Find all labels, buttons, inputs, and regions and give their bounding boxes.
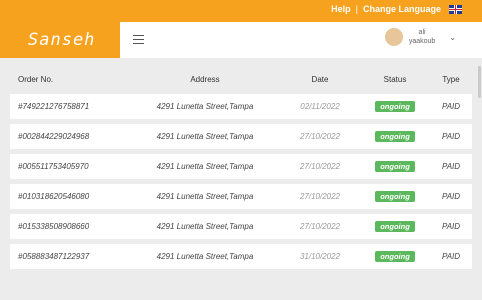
status-cell: ongoing — [360, 131, 430, 142]
order-type: PAID — [441, 222, 461, 231]
logo[interactable]: Sanseh — [28, 30, 95, 50]
order-type: PAID — [441, 162, 461, 171]
order-type: PAID — [441, 252, 461, 261]
table-row[interactable]: #005511753405970 4291 Lunetta Street,Tam… — [10, 154, 472, 179]
order-type: PAID — [441, 102, 461, 111]
table-row[interactable]: #010318620546080 4291 Lunetta Street,Tam… — [10, 184, 472, 209]
order-address: 4291 Lunetta Street,Tampa — [156, 162, 254, 171]
chevron-down-icon[interactable]: ⌄ — [449, 33, 456, 42]
table-row[interactable]: #002844229024968 4291 Lunetta Street,Tam… — [10, 124, 472, 149]
header-order: Order No. — [18, 74, 54, 84]
status-badge: ongoing — [375, 161, 415, 172]
order-number: #002844229024968 — [18, 132, 90, 141]
order-address: 4291 Lunetta Street,Tampa — [156, 102, 254, 111]
top-bar: Help | Change Language — [0, 0, 482, 22]
table-row[interactable]: #058883487122937 4291 Lunetta Street,Tam… — [10, 244, 472, 269]
header-date: Date — [311, 74, 329, 84]
status-cell: ongoing — [360, 191, 430, 202]
user-name: ali yaakoub — [409, 28, 435, 46]
order-address: 4291 Lunetta Street,Tampa — [156, 222, 254, 231]
order-address: 4291 Lunetta Street,Tampa — [156, 192, 254, 201]
status-badge: ongoing — [375, 101, 415, 112]
order-address: 4291 Lunetta Street,Tampa — [156, 132, 254, 141]
user-last-name: yaakoub — [408, 38, 436, 45]
header-address: Address — [190, 74, 220, 84]
top-links: Help | Change Language — [331, 4, 462, 14]
table-row[interactable]: #749221276758871 4291 Lunetta Street,Tam… — [10, 94, 472, 119]
orders-table: Order No. Address Date Status Type #7492… — [10, 64, 472, 274]
table-header: Order No. Address Date Status Type — [10, 64, 472, 94]
order-date: 27/10/2022 — [299, 192, 341, 201]
order-number: #058883487122937 — [18, 252, 90, 261]
order-date: 27/10/2022 — [299, 162, 341, 171]
order-number: #749221276758871 — [18, 102, 90, 111]
change-language-link[interactable]: Change Language — [363, 4, 441, 14]
avatar[interactable] — [384, 28, 403, 46]
header-status: Status — [383, 74, 407, 84]
header-type: Type — [442, 74, 460, 84]
user-menu[interactable]: ali yaakoub ⌄ — [384, 28, 456, 46]
status-badge: ongoing — [375, 251, 415, 262]
order-date: 27/10/2022 — [299, 222, 341, 231]
status-badge: ongoing — [375, 221, 415, 232]
order-type: PAID — [441, 132, 461, 141]
status-cell: ongoing — [360, 221, 430, 232]
scrollbar-thumb[interactable] — [478, 66, 481, 98]
table-row[interactable]: #015338508908660 4291 Lunetta Street,Tam… — [10, 214, 472, 239]
link-separator: | — [355, 4, 358, 14]
hamburger-icon[interactable] — [133, 35, 144, 44]
header: ali yaakoub ⌄ — [120, 22, 482, 58]
order-date: 31/10/2022 — [299, 252, 341, 261]
order-type: PAID — [441, 192, 461, 201]
logo-area[interactable]: Sanseh — [0, 22, 120, 58]
scrollbar-track[interactable] — [478, 64, 481, 300]
status-badge: ongoing — [375, 191, 415, 202]
help-link[interactable]: Help — [331, 4, 351, 14]
order-number: #015338508908660 — [18, 222, 90, 231]
order-date: 27/10/2022 — [299, 132, 341, 141]
status-cell: ongoing — [360, 251, 430, 262]
status-badge: ongoing — [375, 131, 415, 142]
order-date: 02/11/2022 — [300, 102, 340, 111]
status-cell: ongoing — [360, 161, 430, 172]
status-cell: ongoing — [360, 101, 430, 112]
order-number: #005511753405970 — [18, 162, 89, 171]
order-address: 4291 Lunetta Street,Tampa — [156, 252, 254, 261]
uk-flag-icon[interactable] — [449, 4, 462, 14]
user-first-name: ali — [418, 29, 426, 36]
order-number: #010318620546080 — [18, 192, 90, 201]
